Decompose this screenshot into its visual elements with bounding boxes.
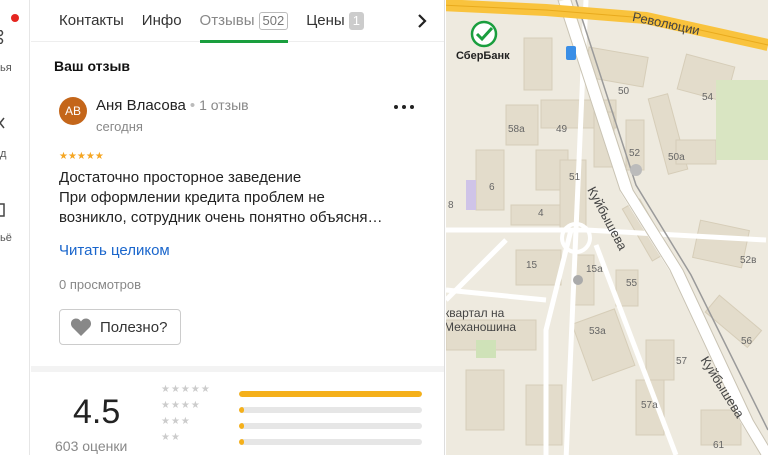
tab-count-badge: 1 — [348, 11, 364, 30]
building-number: 8 — [448, 200, 454, 211]
building-number: 61 — [713, 440, 725, 451]
building-number: 54 — [702, 92, 714, 103]
rating-bar-row: ★★ — [161, 432, 431, 450]
review-text: Достаточно просторное заведение При офор… — [59, 168, 424, 228]
more-options-icon[interactable] — [393, 102, 415, 112]
bar-stars: ★★★★ — [161, 400, 201, 411]
building-number: 58а — [508, 124, 525, 135]
building-number: 57 — [676, 356, 688, 367]
heart-icon — [70, 318, 92, 336]
poi-label[interactable]: СберБанк — [456, 50, 510, 62]
tab-label: Инфо — [141, 12, 182, 29]
bar-fill — [239, 423, 244, 429]
bar-track — [239, 423, 422, 429]
avatar[interactable]: АВ — [59, 97, 87, 125]
useful-button[interactable]: Полезно? — [59, 309, 181, 345]
section-divider — [31, 366, 444, 372]
building-number: 53а — [589, 326, 606, 337]
tab-contacts[interactable]: Контакты — [59, 0, 124, 42]
building-number: 6 — [489, 182, 495, 193]
notification-dot — [11, 14, 19, 22]
map-view[interactable]: СберБанк Революции Куйбышева Куйбышева к… — [446, 0, 768, 455]
rating-bar-row: ★★★★ — [161, 400, 431, 418]
place-panel: Контакты Инфо Отзывы 502 Цены 1 Ваш отзыв … — [31, 0, 445, 455]
district-label: квартал на — [446, 306, 505, 320]
rail-label-1[interactable]: ья — [0, 62, 12, 74]
review-stars: ★★★★★ — [59, 151, 104, 162]
building-number: 56 — [741, 336, 753, 347]
bar-stars: ★★ — [161, 432, 181, 443]
rating-value: 4.5 — [73, 393, 121, 431]
close-icon[interactable] — [0, 116, 8, 130]
building-number: 52в — [740, 255, 757, 266]
bar-stars: ★★★★★ — [161, 384, 211, 395]
views-count: 0 просмотров — [59, 277, 142, 292]
tab-count-badge: 502 — [258, 11, 289, 30]
bar-track — [239, 439, 422, 445]
district-label: Механошина — [446, 320, 517, 334]
building-number: 50а — [668, 152, 685, 163]
bar-fill — [239, 407, 244, 413]
review-date: сегодня — [96, 119, 143, 134]
rating-bar-row: ★★★★★ — [161, 384, 431, 402]
route-icon[interactable] — [0, 30, 8, 44]
building-number: 52 — [629, 148, 641, 159]
author-line: Аня Власова • 1 отзыв — [96, 97, 249, 114]
building-number: 55 — [626, 278, 638, 289]
building-number: 50 — [618, 86, 630, 97]
tab-bar: Контакты Инфо Отзывы 502 Цены 1 — [31, 0, 444, 43]
building-number: 51 — [569, 172, 581, 183]
tab-label: Контакты — [59, 12, 124, 29]
left-rail: ья д ьё — [0, 0, 30, 455]
bar-track — [239, 391, 422, 397]
dot-separator: • — [189, 97, 196, 114]
rating-distribution: ★★★★★ ★★★★ ★★★ ★★ — [161, 384, 431, 450]
review-text-line: возникло, сотрудник очень понятно объясн… — [59, 209, 383, 226]
bar-stars: ★★★ — [161, 416, 191, 427]
bar-track — [239, 407, 422, 413]
author-name[interactable]: Аня Власова — [96, 97, 186, 114]
building-number: 15 — [526, 260, 538, 271]
building-number: 57а — [641, 400, 658, 411]
read-more-link[interactable]: Читать целиком — [59, 242, 170, 259]
rating-count[interactable]: 603 оценки — [55, 438, 127, 454]
building-number: 4 — [538, 208, 544, 219]
bookmark-icon[interactable] — [0, 203, 8, 217]
building-number: 15а — [586, 264, 603, 275]
author-review-count: 1 отзыв — [199, 97, 249, 113]
rail-label-3[interactable]: ьё — [0, 232, 12, 244]
bar-fill — [239, 439, 244, 445]
rating-bar-row: ★★★ — [161, 416, 431, 434]
tab-prices[interactable]: Цены 1 — [306, 0, 364, 42]
rail-label-2[interactable]: д — [0, 148, 6, 160]
tab-info[interactable]: Инфо — [142, 0, 182, 42]
tab-label: Отзывы — [199, 12, 255, 29]
your-review-heading: Ваш отзыв — [54, 58, 131, 74]
chevron-right-icon[interactable] — [416, 13, 428, 29]
tab-reviews[interactable]: Отзывы 502 — [199, 0, 289, 43]
tab-label: Цены — [306, 12, 345, 29]
bar-fill — [239, 391, 422, 397]
review-text-line: Достаточно просторное заведение — [59, 169, 302, 186]
building-number: 49 — [556, 124, 568, 135]
review-text-line: При оформлении кредита проблем не — [59, 189, 325, 206]
useful-label: Полезно? — [100, 318, 168, 336]
